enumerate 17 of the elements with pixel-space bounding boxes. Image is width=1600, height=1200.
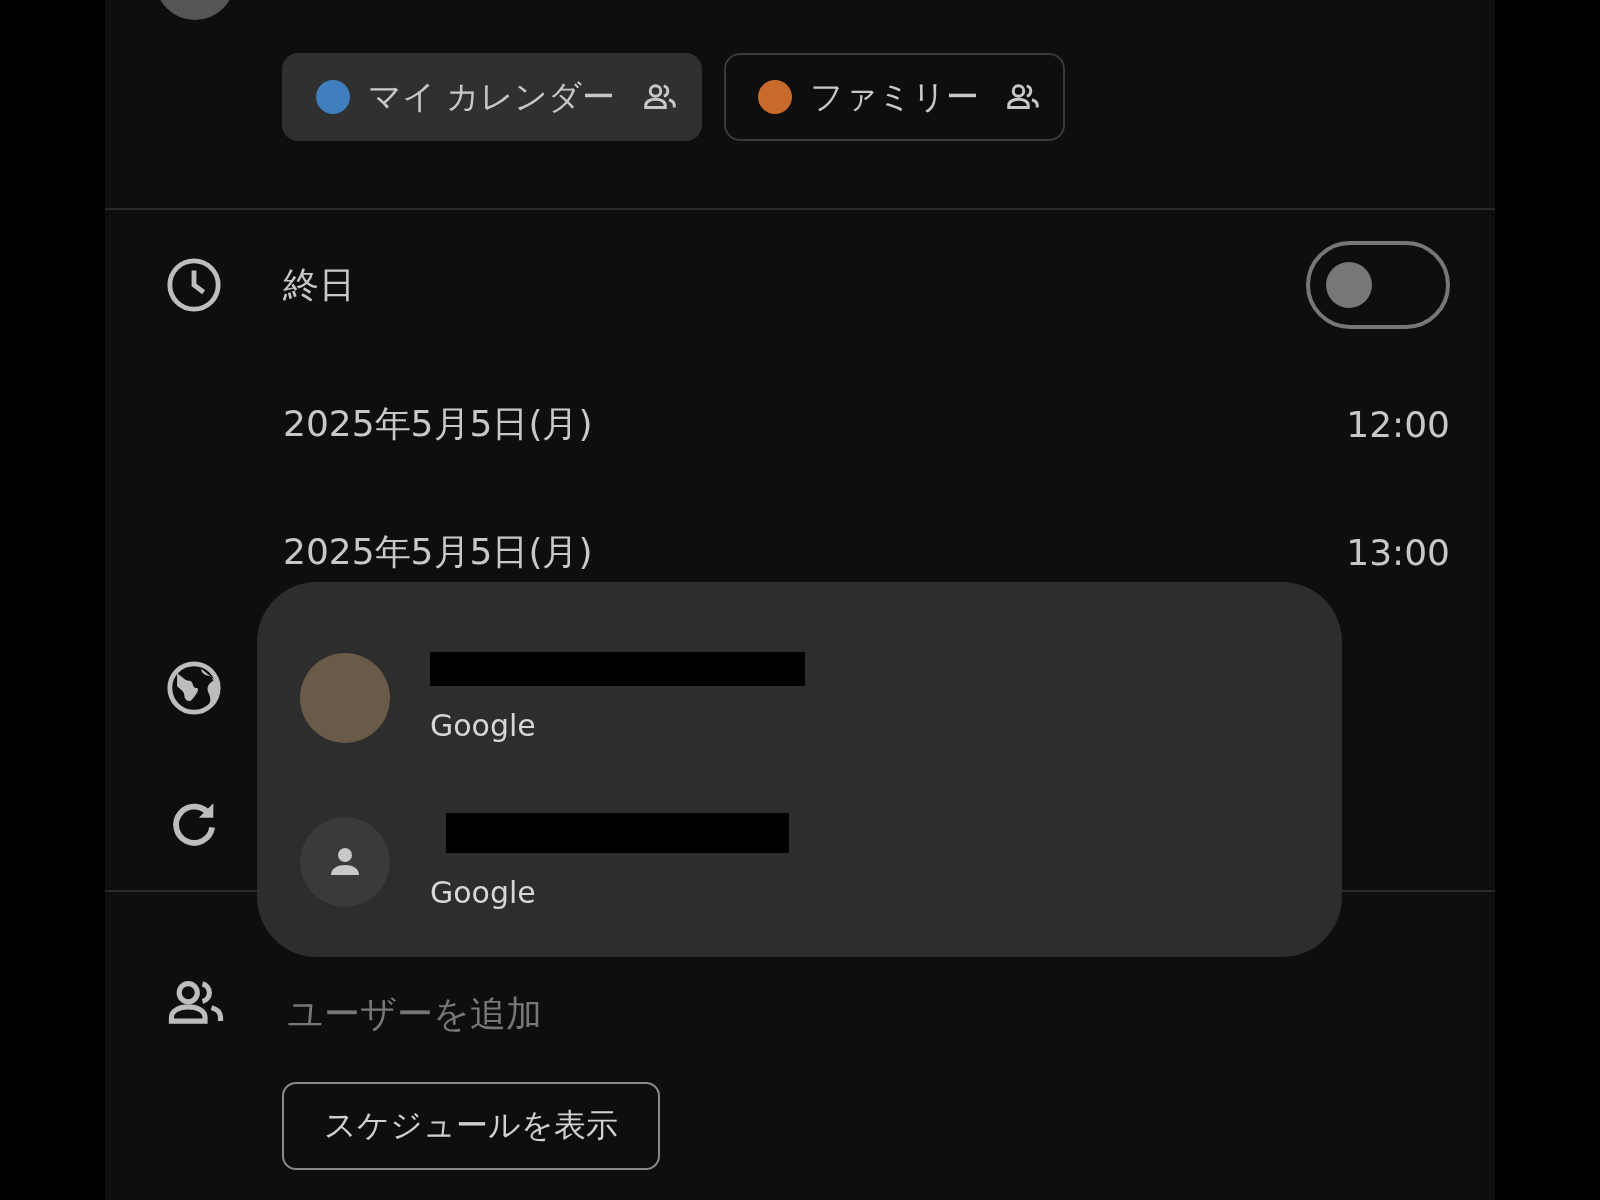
clock-icon bbox=[165, 256, 223, 314]
calendar-chip[interactable]: マイ カレンダー bbox=[282, 53, 702, 141]
date-field[interactable]: 2025年5月5日(月) bbox=[283, 399, 1347, 449]
account-provider: Google bbox=[430, 708, 537, 743]
globe-icon bbox=[165, 659, 223, 717]
default-avatar-icon bbox=[300, 816, 390, 907]
account-provider: Google bbox=[430, 875, 537, 910]
calendar-chip[interactable]: ファミリー bbox=[723, 53, 1065, 141]
account-item[interactable]: Google bbox=[300, 813, 1342, 910]
date-field[interactable]: 2025年5月5日(月) bbox=[283, 527, 1347, 577]
time-field[interactable]: 13:00 bbox=[1346, 531, 1450, 573]
all-day-label: 終日 bbox=[283, 262, 356, 307]
account-item[interactable]: Google bbox=[300, 652, 1342, 743]
show-schedule-button[interactable]: スケジュールを表示 bbox=[282, 1082, 660, 1170]
time-field[interactable]: 12:00 bbox=[1346, 403, 1450, 445]
all-day-toggle[interactable] bbox=[1306, 241, 1450, 329]
add-people-field[interactable]: ユーザーを追加 bbox=[287, 993, 887, 1034]
